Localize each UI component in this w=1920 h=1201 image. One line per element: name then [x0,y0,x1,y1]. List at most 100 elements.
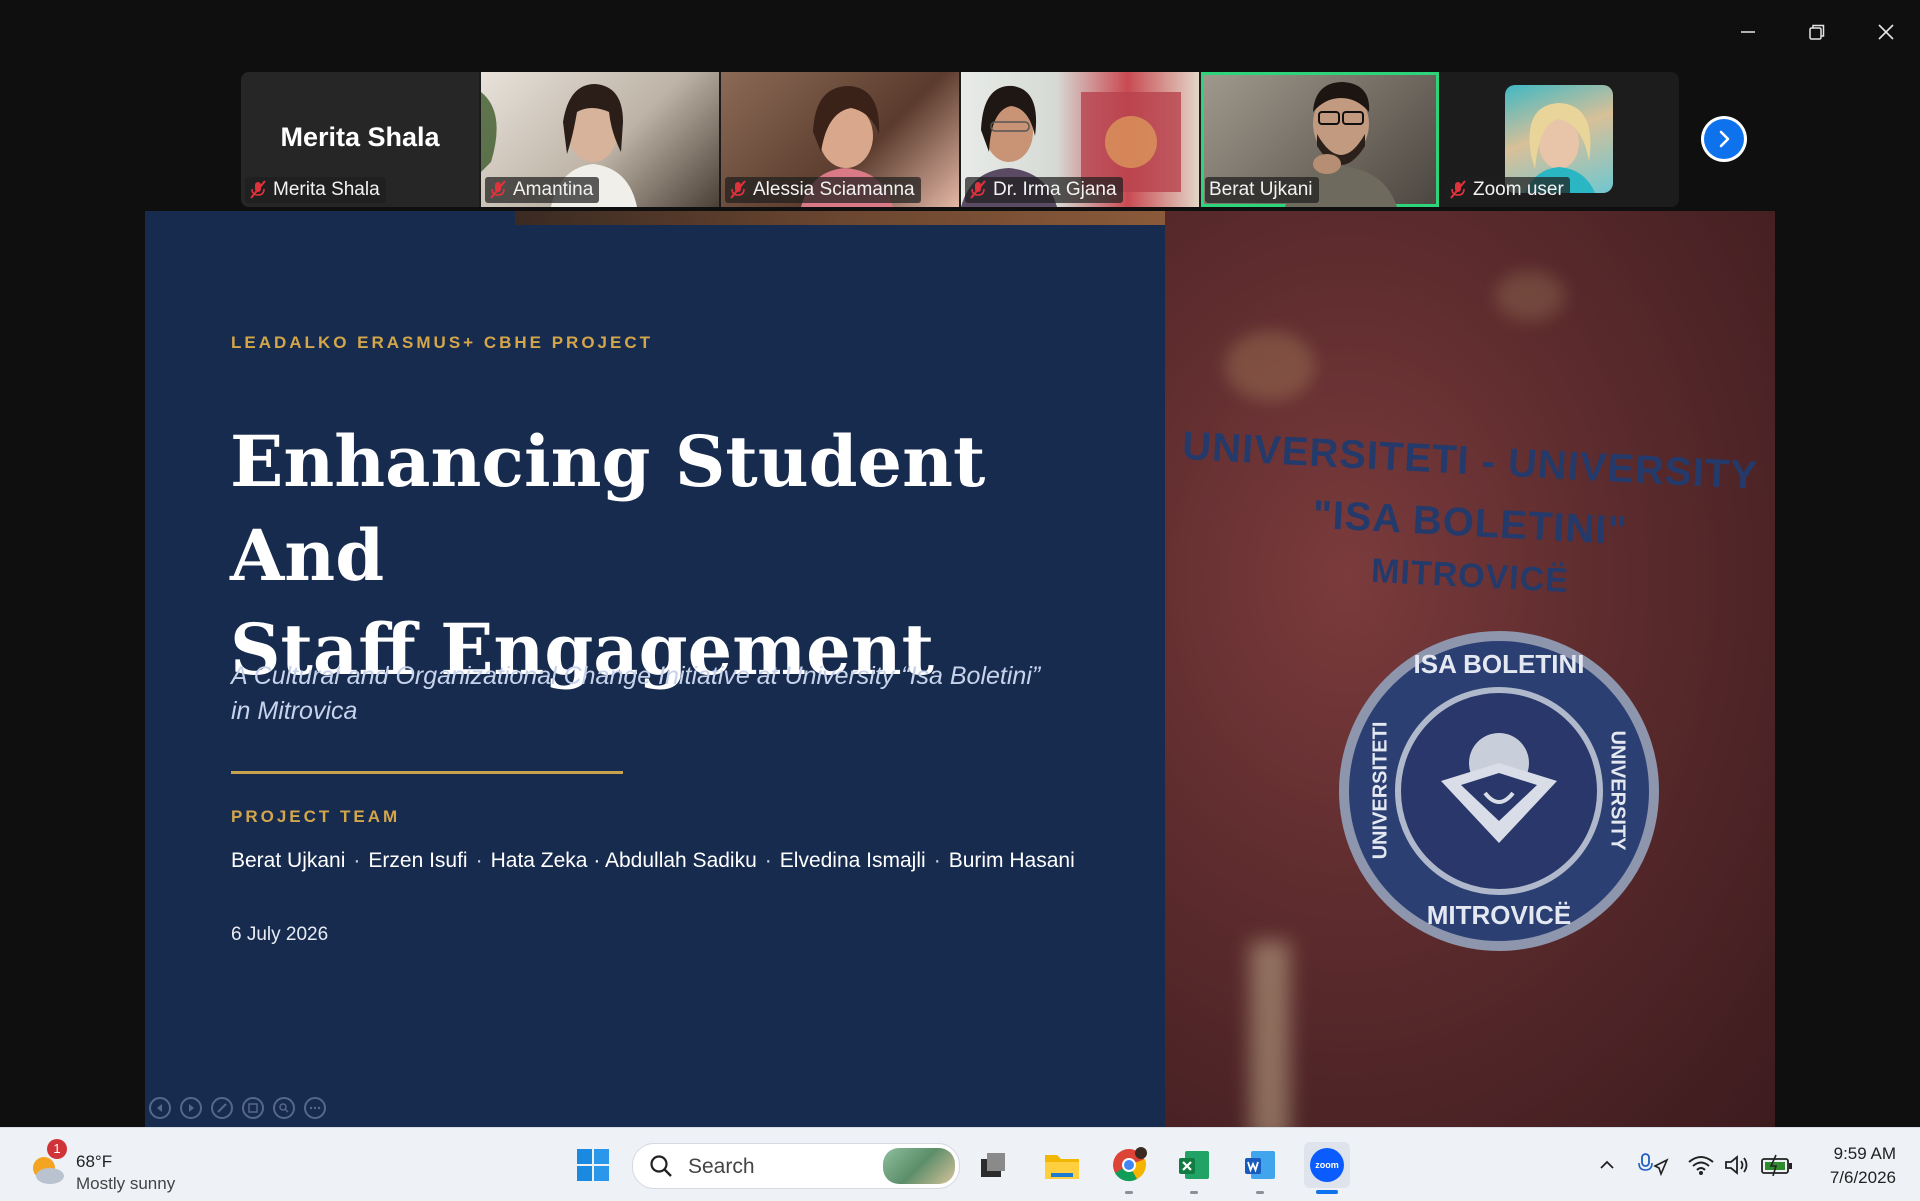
participant-name-bar: Berat Ujkani [1205,177,1319,203]
weather-widget[interactable]: 1 68°F Mostly sunny [28,1138,208,1193]
microphone-location-icon [1638,1153,1669,1177]
restore-icon [1809,24,1825,40]
task-view-button[interactable] [970,1142,1016,1188]
participant-tile[interactable]: Merita Shala Merita Shala [241,72,479,207]
chrome-button[interactable] [1106,1142,1152,1194]
slide-toolbar [149,1097,326,1119]
microphone-status[interactable] [1630,1142,1676,1188]
chrome-icon [1113,1147,1147,1182]
muted-mic-icon [490,180,506,199]
system-clock[interactable]: 9:59 AM 7/6/2026 [1808,1142,1896,1190]
divider [231,771,623,774]
sign-text: UNIVERSITETI - UNIVERSITY [1181,423,1759,499]
speaker-icon [1725,1155,1748,1175]
participant-tile[interactable]: Alessia Sciamanna [721,72,959,207]
slide-date: 6 July 2026 [231,924,329,945]
participant-display-name: Merita Shala [280,122,440,152]
ellipsis-icon [309,1106,321,1110]
muted-mic-icon [250,180,266,199]
start-button[interactable] [570,1142,616,1188]
shared-screen: LEADALKO ERASMUS+ CBHE PROJECT Enhancing… [145,211,1775,1127]
seal-text: MITROVICË [1426,900,1572,930]
search-label: Search [688,1155,755,1178]
slides-grid-button[interactable] [242,1097,264,1119]
search-icon [650,1155,672,1177]
participant-name-bar: Zoom user [1445,177,1570,203]
weather-badge: 1 [47,1139,67,1159]
team-separator: · [933,849,941,872]
folder-icon [1045,1155,1079,1179]
participant-name: Alessia Sciamanna [753,179,915,200]
magnifier-icon [279,1103,289,1113]
minimize-icon [1741,31,1755,33]
battery-button[interactable] [1754,1142,1800,1188]
previous-slide-button[interactable] [149,1097,171,1119]
slide-title-line: Enhancing Student And [230,420,986,597]
participant-tile[interactable]: Zoom user [1441,72,1679,207]
slide-kicker: LEADALKO ERASMUS+ CBHE PROJECT [231,333,654,352]
zoom-app-button[interactable]: zoom [1304,1142,1350,1194]
triangle-left-icon [157,1104,162,1112]
participant-tile[interactable]: Amantina [481,72,719,207]
wifi-icon [1688,1156,1714,1175]
team-separator: · [764,849,772,872]
participant-name: Amantina [513,179,594,200]
seal-text: ISA BOLETINI [1413,649,1585,679]
participant-tile-active-speaker[interactable]: Berat Ujkani [1201,72,1439,207]
windows-logo-icon [577,1149,609,1181]
next-slide-button[interactable] [180,1097,202,1119]
participant-name-bar: Dr. Irma Gjana [965,177,1123,203]
triangle-right-icon [189,1104,194,1112]
zoom-slide-button[interactable] [273,1097,295,1119]
close-button[interactable] [1866,14,1906,50]
clock-date: 7/6/2026 [1829,1168,1896,1187]
word-button[interactable] [1237,1142,1283,1194]
team-list: Berat Ujkani · Erzen Isufi · Hata Zeka · Abd… [231,849,1075,873]
muted-mic-icon [730,180,746,199]
participant-name: Merita Shala [273,179,380,200]
svg-text:zoom: zoom [1315,1160,1339,1170]
slide-subtitle: A Cultural and Organizational Change Ini… [231,659,1111,729]
participant-name-bar: Amantina [485,177,600,203]
team-member: Hata Zeka · Abdullah Sadiku [490,849,757,872]
file-explorer-button[interactable] [1039,1142,1085,1188]
excel-button[interactable] [1171,1142,1217,1194]
more-options-button[interactable] [304,1097,326,1119]
slide-subtitle-line: in Mitrovica [231,697,358,725]
pen-tool-button[interactable] [211,1097,233,1119]
slide-text-panel: LEADALKO ERASMUS+ CBHE PROJECT Enhancing… [145,211,1165,1127]
seal-text: UNIVERSITETI [1369,721,1392,860]
show-hidden-icons-button[interactable] [1584,1142,1630,1188]
weather-temperature: 68°F [76,1152,113,1171]
close-icon [1878,24,1894,40]
participant-name: Dr. Irma Gjana [993,179,1117,200]
word-icon [1245,1151,1275,1179]
seal-emblem [1441,733,1557,843]
seal-text: UNIVERSITY [1606,730,1629,851]
restore-button[interactable] [1797,14,1837,50]
team-member: Burim Hasani [948,849,1075,872]
team-separator: · [475,849,483,872]
muted-mic-icon [1450,180,1466,199]
taskbar: 1 68°F Mostly sunny Search zoom 9:59 AM … [0,1127,1920,1201]
participant-name-bar: Merita Shala [245,177,386,203]
chevron-right-icon [1719,130,1730,148]
slide-title: Enhancing Student And Staff Engagement [230,415,1130,697]
team-separator: · [353,849,361,872]
participant-tile[interactable]: Dr. Irma Gjana [961,72,1199,207]
grid-icon [248,1103,258,1113]
video-overlay-edge [515,211,1165,225]
muted-mic-icon [970,180,986,199]
taskbar-search[interactable]: Search [632,1143,960,1189]
clock-time: 9:59 AM [1833,1144,1896,1163]
participant-name: Berat Ujkani [1209,179,1313,200]
team-label: PROJECT TEAM [231,807,401,826]
next-participants-button[interactable] [1701,116,1747,162]
minimize-button[interactable] [1728,14,1768,50]
battery-charging-icon [1761,1154,1792,1176]
team-member: Erzen Isufi [368,849,468,872]
participant-strip: Merita Shala Merita Shala Amantina Aless… [241,72,1679,207]
team-member: Elvedina Ismajli [779,849,926,872]
slide-subtitle-line: A Cultural and Organizational Change Ini… [231,662,1041,690]
participant-name: Zoom user [1473,179,1564,200]
